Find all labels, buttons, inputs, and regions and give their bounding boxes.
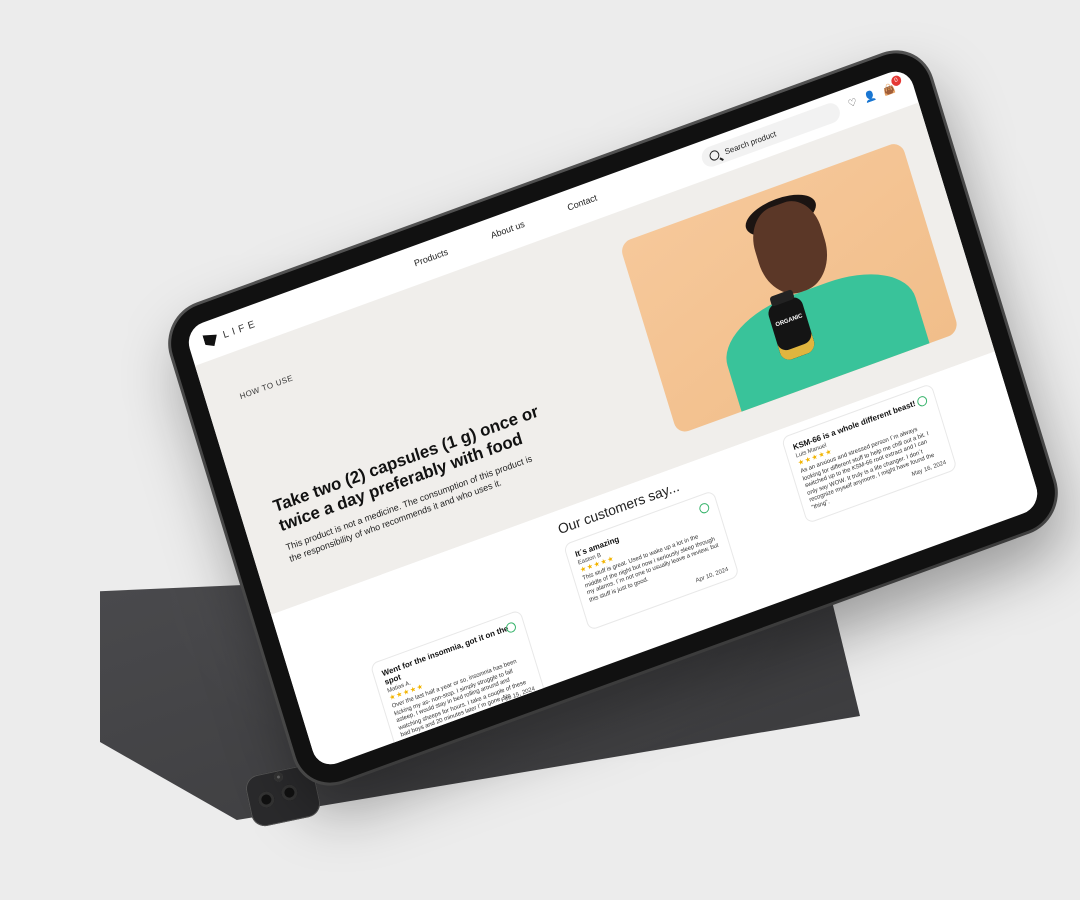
- heart-icon[interactable]: ♡: [847, 97, 859, 111]
- search-icon: [708, 148, 721, 162]
- search-input[interactable]: Search product: [723, 129, 777, 156]
- logo-mark-icon: [202, 331, 219, 349]
- nav-about-us[interactable]: About us: [490, 219, 526, 241]
- stage: LIFE Products About us Contact Search pr…: [0, 0, 1080, 900]
- user-icon[interactable]: 👤: [863, 90, 878, 105]
- bottle-label: ORGANIC: [775, 313, 804, 329]
- review-date: Apr 10, 2024: [695, 566, 730, 585]
- section-eyebrow: HOW TO USE: [238, 373, 295, 402]
- person-illustration: ORGANIC: [714, 186, 935, 429]
- header-actions: ♡ 👤 👜 0: [847, 74, 903, 111]
- tablet-screen: LIFE Products About us Contact Search pr…: [183, 66, 1043, 770]
- tablet-frame: LIFE Products About us Contact Search pr…: [161, 42, 1065, 794]
- flash-icon: [273, 771, 284, 783]
- bag-icon[interactable]: 👜 0: [882, 74, 903, 98]
- logo-text: LIFE: [221, 317, 260, 341]
- cart-count-badge: 0: [890, 74, 903, 88]
- nav-products[interactable]: Products: [413, 247, 449, 269]
- camera-lens-icon: [256, 790, 276, 810]
- camera-lens-icon: [279, 783, 299, 803]
- nav-contact[interactable]: Contact: [566, 192, 598, 212]
